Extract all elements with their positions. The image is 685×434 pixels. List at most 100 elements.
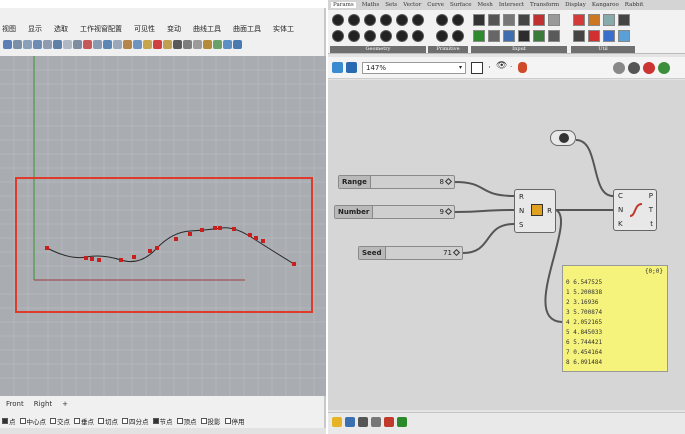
- curve-point[interactable]: [188, 232, 192, 236]
- input-k[interactable]: K: [618, 220, 623, 228]
- output-t-param[interactable]: t: [650, 220, 653, 228]
- viewport-icon[interactable]: [93, 39, 102, 49]
- tab-curve[interactable]: Curve: [427, 2, 444, 8]
- technical-icon[interactable]: [193, 39, 202, 49]
- menu-select[interactable]: 选取: [54, 24, 68, 37]
- osnap-center[interactable]: 中心点: [19, 416, 46, 426]
- menu-surface-tools[interactable]: 曲面工具: [233, 24, 261, 37]
- param-point-icon[interactable]: [332, 14, 344, 26]
- util-stop-icon[interactable]: [588, 30, 600, 42]
- param-surface-icon[interactable]: [396, 30, 408, 42]
- input-n[interactable]: N: [618, 206, 623, 214]
- osnap-tangent[interactable]: 切点: [98, 416, 118, 426]
- input-toggle-icon[interactable]: [473, 14, 485, 26]
- osnap-intersection[interactable]: 交点: [50, 416, 70, 426]
- output-panel[interactable]: {0;0} 0 6.547525 1 5.200838 2 3.16936 3 …: [562, 265, 668, 372]
- ribbon-group-geometry[interactable]: Geometry: [330, 46, 426, 53]
- input-panel-icon[interactable]: [503, 14, 515, 26]
- options-icon[interactable]: [233, 39, 242, 49]
- camera-icon[interactable]: [83, 39, 92, 49]
- param-number-icon[interactable]: [436, 30, 448, 42]
- set-view-icon[interactable]: [73, 39, 82, 49]
- input-r[interactable]: R: [519, 193, 524, 201]
- tab-mesh[interactable]: Mesh: [478, 2, 493, 8]
- checkbox[interactable]: [2, 418, 8, 424]
- osnap-point[interactable]: 点: [2, 416, 16, 426]
- select-icon[interactable]: [113, 39, 122, 49]
- update-icon[interactable]: [397, 417, 407, 427]
- gh-canvas[interactable]: Range 8 Number 9 Seed 71 R N S R C N K P…: [328, 80, 685, 410]
- curve-point[interactable]: [84, 256, 88, 260]
- input-gradient-icon[interactable]: [548, 14, 560, 26]
- checkbox[interactable]: [176, 418, 183, 424]
- rendered-icon[interactable]: [153, 39, 162, 49]
- param-text-icon[interactable]: [452, 30, 464, 42]
- curve-point[interactable]: [119, 258, 123, 262]
- input-colour-icon[interactable]: [533, 14, 545, 26]
- input-digit-icon[interactable]: [503, 30, 515, 42]
- input-button-icon[interactable]: [473, 30, 485, 42]
- save-icon[interactable]: [346, 62, 357, 73]
- input-slider-icon[interactable]: [488, 14, 500, 26]
- tab-rabbit[interactable]: Rabbit: [625, 2, 644, 8]
- curve-point[interactable]: [155, 246, 159, 250]
- param-geometry-icon[interactable]: [412, 30, 424, 42]
- seed-slider[interactable]: Seed 71: [358, 246, 463, 260]
- param-brep-icon[interactable]: [364, 30, 376, 42]
- menu-visibility[interactable]: 可见性: [134, 24, 155, 37]
- tab-maths[interactable]: Maths: [362, 2, 380, 8]
- param-mesh-icon[interactable]: [380, 30, 392, 42]
- ribbon-group-input[interactable]: Input: [471, 46, 567, 53]
- checkbox[interactable]: [50, 418, 56, 424]
- zoom-selected-icon[interactable]: [63, 39, 72, 49]
- artistic-icon[interactable]: [203, 39, 212, 49]
- tab-sets[interactable]: Sets: [385, 2, 397, 8]
- undo-icon[interactable]: [3, 39, 12, 49]
- sketch-icon[interactable]: ·: [488, 63, 491, 73]
- pen-tool-icon[interactable]: [518, 62, 527, 73]
- wire-display-icon[interactable]: [628, 62, 640, 74]
- checkbox[interactable]: [98, 418, 104, 424]
- osnap-quadrant[interactable]: 四分点: [122, 416, 149, 426]
- osnap-disable[interactable]: 停用: [224, 416, 245, 426]
- curve-point[interactable]: [218, 226, 222, 230]
- random-component[interactable]: R N S R: [514, 189, 556, 233]
- curve-point[interactable]: [248, 233, 252, 237]
- render-settings-icon[interactable]: [163, 39, 172, 49]
- curve-point[interactable]: [261, 239, 265, 243]
- input-s[interactable]: S: [519, 221, 523, 229]
- tab-display[interactable]: Display: [565, 2, 586, 8]
- menu-viewport-layout[interactable]: 工作视窗配置: [80, 24, 122, 37]
- util-cherry-icon[interactable]: [573, 14, 585, 26]
- xray-icon[interactable]: [183, 39, 192, 49]
- param-line-icon[interactable]: [380, 14, 392, 26]
- lock-icon[interactable]: [123, 39, 132, 49]
- util-info-icon[interactable]: [603, 30, 615, 42]
- curve-point[interactable]: [90, 257, 94, 261]
- osnap-project[interactable]: 投影: [200, 416, 221, 426]
- ribbon-group-util[interactable]: Util: [571, 46, 635, 53]
- curve-point[interactable]: [213, 226, 217, 230]
- range-slider[interactable]: Range 8: [338, 175, 455, 189]
- zoom-extents-icon[interactable]: [53, 39, 62, 49]
- globe-icon[interactable]: [223, 39, 232, 49]
- wireframe-icon[interactable]: [133, 39, 142, 49]
- input-c[interactable]: C: [618, 192, 623, 200]
- output-p[interactable]: P: [649, 192, 653, 200]
- zoom-extents-icon[interactable]: [471, 62, 483, 74]
- osnap-knot[interactable]: 节点: [152, 416, 173, 426]
- tab-intersect[interactable]: Intersect: [499, 2, 524, 8]
- output-t[interactable]: T: [649, 206, 653, 214]
- eye-icon[interactable]: 👁: [496, 61, 507, 71]
- front-viewport[interactable]: [0, 56, 326, 396]
- bake-icon[interactable]: [658, 62, 670, 74]
- osnap-vertex[interactable]: 顶点: [176, 416, 197, 426]
- graph-mapper-component[interactable]: C N K P T t: [613, 189, 657, 231]
- input-matrix-icon[interactable]: [533, 30, 545, 42]
- number-slider[interactable]: Number 9: [334, 205, 455, 219]
- input-image-icon[interactable]: [548, 30, 560, 42]
- input-n[interactable]: N: [519, 207, 524, 215]
- param-vector-icon[interactable]: [412, 14, 424, 26]
- pen-icon[interactable]: [213, 39, 222, 49]
- curve-point[interactable]: [200, 228, 204, 232]
